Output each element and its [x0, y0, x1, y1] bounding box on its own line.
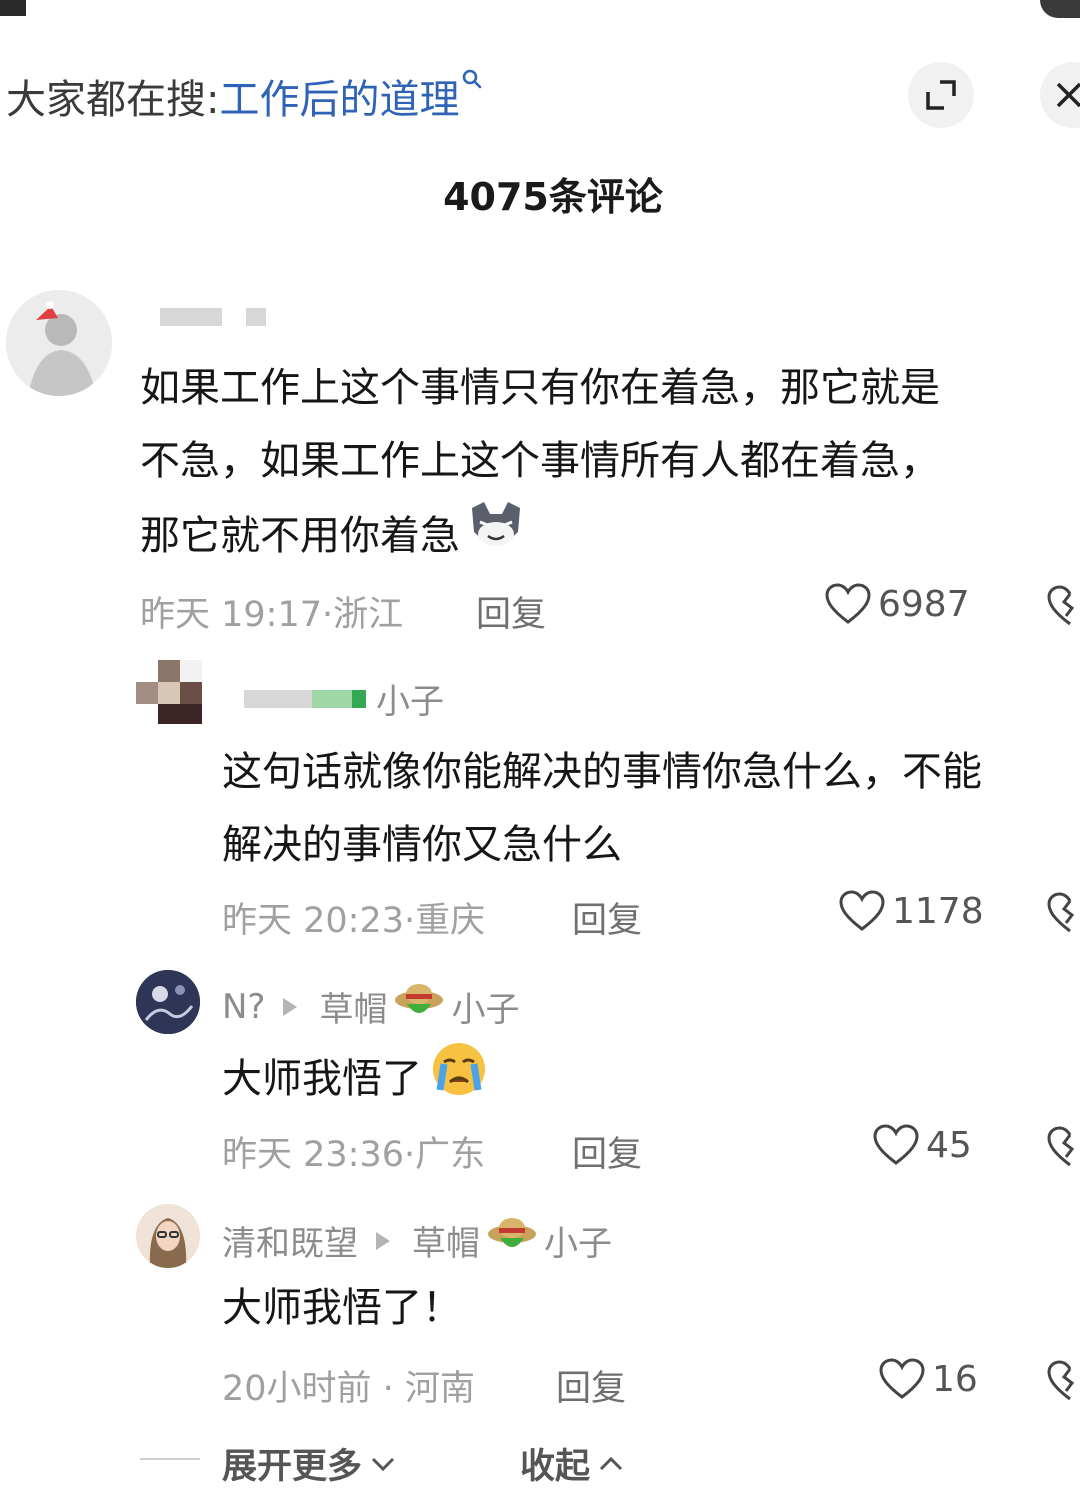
reply-button[interactable]: 回复 [556, 1360, 626, 1411]
search-suggestion[interactable]: 大家都在搜: 工作后的道理 [6, 66, 483, 126]
dislike-button[interactable] [1046, 584, 1080, 632]
broken-heart-icon [1047, 1126, 1075, 1167]
close-button[interactable] [1040, 62, 1080, 128]
comment-text: 如果工作上这个事情只有你在着急，那它就是 不急，如果工作上这个事情所有人都在着急… [140, 352, 1080, 578]
reply-username[interactable]: N? 草帽 小子 [222, 980, 519, 1033]
reply-button[interactable]: 回复 [572, 1126, 642, 1177]
heart-icon [825, 583, 871, 624]
search-query-link[interactable]: 工作后的道理 [219, 67, 459, 125]
reply-button[interactable]: 回复 [572, 892, 642, 943]
straw-hat-icon [484, 1214, 540, 1267]
heart-icon [839, 890, 885, 931]
wolf-emoji-icon [466, 498, 526, 578]
heart-icon [879, 1358, 925, 1399]
avatar[interactable] [6, 290, 112, 396]
avatar-pixelated[interactable] [136, 660, 202, 724]
expand-icon [926, 80, 956, 110]
like-button[interactable]: 1178 [838, 889, 984, 933]
reply-arrow-icon [283, 997, 298, 1016]
comment-meta: 昨天 19:17·浙江 [140, 595, 404, 635]
chevron-up-icon [599, 1456, 623, 1470]
chevron-down-icon [371, 1457, 395, 1471]
reply-meta: 20小时前 · 河南 [222, 1369, 475, 1409]
like-button[interactable]: 6987 [824, 582, 970, 626]
username-blurred[interactable] [160, 308, 266, 326]
divider [140, 1458, 200, 1460]
like-count: 1178 [892, 890, 984, 932]
like-count: 6987 [878, 583, 970, 625]
expand-button[interactable] [908, 62, 974, 128]
reply-text: 大师我悟了！ [222, 1285, 462, 1331]
reply-button[interactable]: 回复 [476, 586, 546, 637]
like-button[interactable]: 45 [872, 1123, 972, 1167]
reply-meta: 昨天 20:23·重庆 [222, 901, 486, 941]
reply-meta: 昨天 23:36·广东 [222, 1135, 486, 1175]
like-count: 16 [932, 1358, 978, 1400]
reply-username[interactable]: 小子 [244, 674, 444, 723]
reply-username[interactable]: 清和既望 草帽 小子 [222, 1214, 612, 1267]
broken-heart-icon [1047, 1360, 1075, 1401]
straw-hat-icon [391, 980, 447, 1033]
crying-face-icon [430, 1040, 488, 1122]
collapse-button[interactable]: 收起 [520, 1438, 624, 1489]
search-icon [461, 67, 483, 97]
reply-text: 这句话就像你能解决的事情你急什么，不能 解决的事情你又急什么 [222, 749, 982, 868]
like-count: 45 [926, 1124, 972, 1166]
comment-count: 4075条评论 [443, 175, 663, 219]
reply-text: 大师我悟了 [222, 1040, 822, 1122]
expand-more-button[interactable]: 展开更多 [222, 1438, 396, 1489]
dislike-button[interactable] [1046, 1125, 1080, 1173]
search-prefix: 大家都在搜: [6, 77, 220, 123]
avatar[interactable] [136, 970, 200, 1034]
dislike-button[interactable] [1046, 1359, 1080, 1407]
dislike-button[interactable] [1046, 891, 1080, 939]
broken-heart-icon [1047, 892, 1075, 933]
heart-icon [873, 1124, 919, 1165]
top-right-corner-mark [1040, 0, 1080, 18]
like-button[interactable]: 16 [878, 1357, 978, 1401]
close-icon [1056, 82, 1080, 108]
top-left-corner-mark [0, 0, 26, 16]
broken-heart-icon [1047, 585, 1075, 626]
reply-arrow-icon [376, 1231, 390, 1250]
avatar[interactable] [136, 1204, 200, 1268]
